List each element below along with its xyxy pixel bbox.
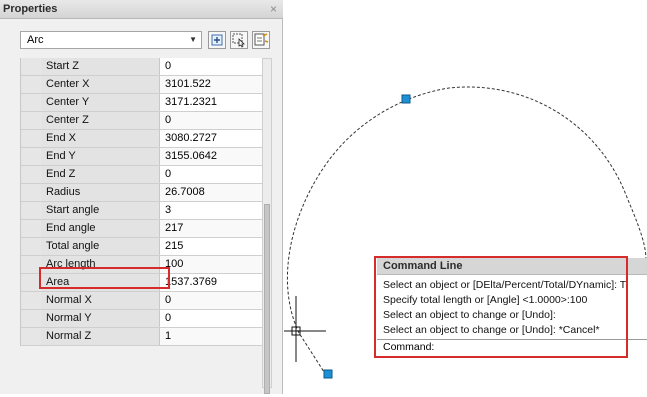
- property-label: Total angle: [41, 238, 160, 255]
- row-gutter: [21, 328, 41, 345]
- property-grid: Start Z 0 Center X 3101.522 Center Y 3171.232…: [20, 58, 262, 346]
- property-row[interactable]: Radius 26.7008: [21, 184, 262, 202]
- property-scrollbar[interactable]: [262, 58, 272, 394]
- property-value[interactable]: 3155.0642: [160, 148, 262, 165]
- property-label: Arc length: [41, 256, 160, 273]
- toggle-pickadd-icon[interactable]: [208, 31, 226, 49]
- property-row[interactable]: Arc length 100: [21, 256, 262, 274]
- command-prompt: Command:: [383, 341, 435, 353]
- palette-title-bar[interactable]: Properties ×: [0, 0, 283, 19]
- row-gutter: [21, 94, 41, 111]
- property-value[interactable]: 1537.3769: [160, 274, 262, 291]
- row-gutter: [21, 148, 41, 165]
- property-row[interactable]: Area 1537.3769: [21, 274, 262, 292]
- row-gutter: [21, 310, 41, 327]
- property-row[interactable]: Center X 3101.522: [21, 76, 262, 94]
- property-label: Radius: [41, 184, 160, 201]
- property-row[interactable]: End angle 217: [21, 220, 262, 238]
- property-label: Normal X: [41, 292, 160, 309]
- property-row[interactable]: End X 3080.2727: [21, 130, 262, 148]
- property-label: End Z: [41, 166, 160, 183]
- property-label: Center Z: [41, 112, 160, 129]
- property-row[interactable]: Normal X0: [21, 292, 262, 310]
- property-row[interactable]: Center Y 3171.2321: [21, 94, 262, 112]
- command-line-window: Command Line Select an object or [DElta/…: [377, 258, 647, 356]
- property-value[interactable]: 217: [160, 220, 262, 237]
- arc-grip-start: [401, 94, 411, 104]
- property-value[interactable]: 0: [160, 58, 262, 75]
- command-history-line: Select an object to change or [Undo]:: [383, 309, 556, 321]
- close-icon[interactable]: ×: [270, 2, 277, 16]
- object-type-select[interactable]: Arc ▼: [20, 31, 202, 49]
- command-history-line: Select an object to change or [Undo]: *C…: [383, 324, 600, 336]
- property-row[interactable]: Center Z0: [21, 112, 262, 130]
- quick-select-icon[interactable]: [252, 31, 270, 49]
- property-value[interactable]: 215: [160, 238, 262, 255]
- property-value[interactable]: 3101.522: [160, 76, 262, 93]
- row-gutter: [21, 130, 41, 147]
- property-row[interactable]: Start Z0: [21, 58, 262, 76]
- row-gutter: [21, 58, 41, 75]
- row-gutter: [21, 220, 41, 237]
- arc-grip-end: [323, 369, 333, 379]
- property-value[interactable]: 26.7008: [160, 184, 262, 201]
- row-gutter: [21, 274, 41, 291]
- property-label: Normal Z: [41, 328, 160, 345]
- row-gutter: [21, 238, 41, 255]
- row-gutter: [21, 256, 41, 273]
- object-type-value: Arc: [27, 34, 44, 46]
- property-value[interactable]: 0: [160, 112, 262, 129]
- command-history-line: Specify total length or [Angle] <1.0000>…: [383, 294, 588, 306]
- property-row[interactable]: End Y 3155.0642: [21, 148, 262, 166]
- command-input[interactable]: Command:: [377, 339, 647, 355]
- property-label: Center Y: [41, 94, 160, 111]
- property-label: Area: [41, 274, 160, 291]
- select-objects-icon[interactable]: [230, 31, 248, 49]
- property-value[interactable]: 100: [160, 256, 262, 273]
- property-value[interactable]: 3: [160, 202, 262, 219]
- scrollbar-thumb[interactable]: [264, 204, 270, 394]
- row-gutter: [21, 184, 41, 201]
- property-row[interactable]: Total angle 215: [21, 238, 262, 256]
- crosshair-cursor: [284, 296, 326, 362]
- property-value[interactable]: 0: [160, 166, 262, 183]
- property-row[interactable]: Start angle 3: [21, 202, 262, 220]
- property-value[interactable]: 0: [160, 292, 262, 309]
- property-label: Start Z: [41, 58, 160, 75]
- property-value[interactable]: 3080.2727: [160, 130, 262, 147]
- property-label: End angle: [41, 220, 160, 237]
- property-label: Start angle: [41, 202, 160, 219]
- property-value[interactable]: 3171.2321: [160, 94, 262, 111]
- row-gutter: [21, 166, 41, 183]
- command-history-line: Select an object or [DElta/Percent/Total…: [383, 279, 627, 291]
- row-gutter: [21, 202, 41, 219]
- property-value[interactable]: 1: [160, 328, 262, 345]
- row-gutter: [21, 112, 41, 129]
- property-label: End Y: [41, 148, 160, 165]
- property-label: Center X: [41, 76, 160, 93]
- chevron-down-icon[interactable]: ▼: [189, 35, 197, 44]
- property-value[interactable]: 0: [160, 310, 262, 327]
- property-label: End X: [41, 130, 160, 147]
- row-gutter: [21, 292, 41, 309]
- command-line-title[interactable]: Command Line: [377, 258, 647, 275]
- properties-palette: Properties × Arc ▼ Start Z 0 Center X 3101.…: [0, 0, 283, 394]
- row-gutter: [21, 76, 41, 93]
- property-label: Normal Y: [41, 310, 160, 327]
- palette-title: Properties: [3, 3, 58, 15]
- property-row[interactable]: Normal Z1: [21, 328, 262, 346]
- property-row[interactable]: End Z0: [21, 166, 262, 184]
- property-row[interactable]: Normal Y0: [21, 310, 262, 328]
